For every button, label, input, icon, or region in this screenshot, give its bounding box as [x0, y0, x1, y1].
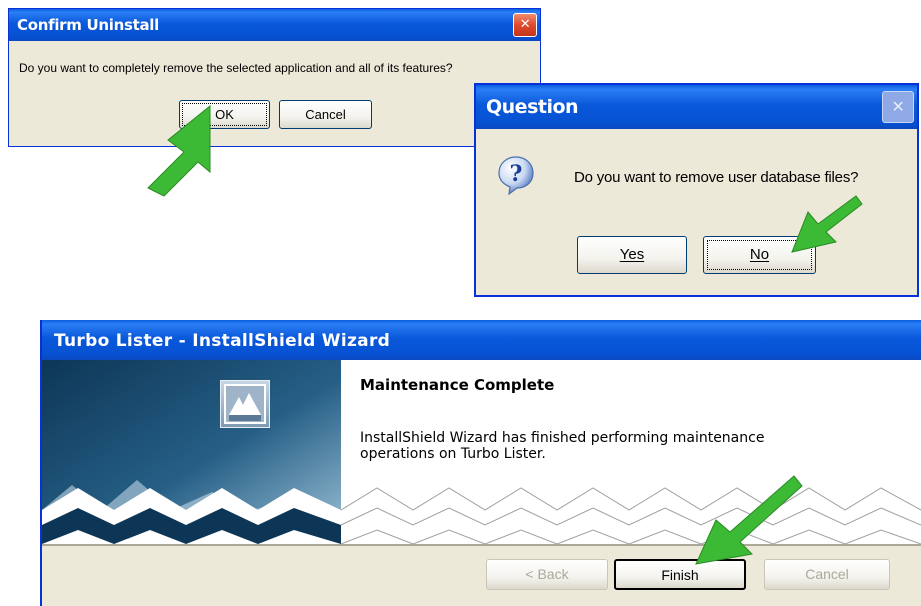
close-icon: ✕: [882, 91, 914, 123]
question-title: Question: [486, 96, 579, 118]
yes-button[interactable]: Yes: [577, 236, 687, 274]
pointer-arrow-icon: [791, 195, 863, 253]
wizard-body-line: InstallShield Wizard has finished perfor…: [360, 430, 765, 446]
wizard-body-line: operations on Turbo Lister.: [360, 446, 546, 462]
installshield-logo-icon: [220, 380, 270, 428]
confirm-uninstall-title: Confirm Uninstall: [17, 16, 159, 34]
pointer-arrow-icon: [695, 475, 803, 565]
wizard-body-text: InstallShield Wizard has finished perfor…: [360, 430, 764, 462]
wizard-title-bar: Turbo Lister - InstallShield Wizard: [42, 320, 921, 360]
confirm-uninstall-message: Do you want to completely remove the sel…: [19, 61, 453, 75]
wizard-title: Turbo Lister - InstallShield Wizard: [54, 331, 391, 351]
question-title-bar: Question ✕: [476, 85, 917, 129]
wizard-heading: Maintenance Complete: [360, 376, 555, 394]
question-icon: ?: [498, 156, 534, 195]
confirm-uninstall-dialog: Confirm Uninstall ✕ Do you want to compl…: [8, 8, 541, 147]
close-icon[interactable]: ✕: [513, 13, 537, 37]
back-button: < Back: [486, 559, 608, 590]
confirm-uninstall-title-bar: Confirm Uninstall ✕: [9, 9, 540, 41]
cancel-button[interactable]: Cancel: [279, 100, 372, 129]
question-message: Do you want to remove user database file…: [574, 169, 859, 186]
svg-text:?: ?: [510, 161, 523, 187]
pointer-arrow-icon: [147, 104, 211, 197]
